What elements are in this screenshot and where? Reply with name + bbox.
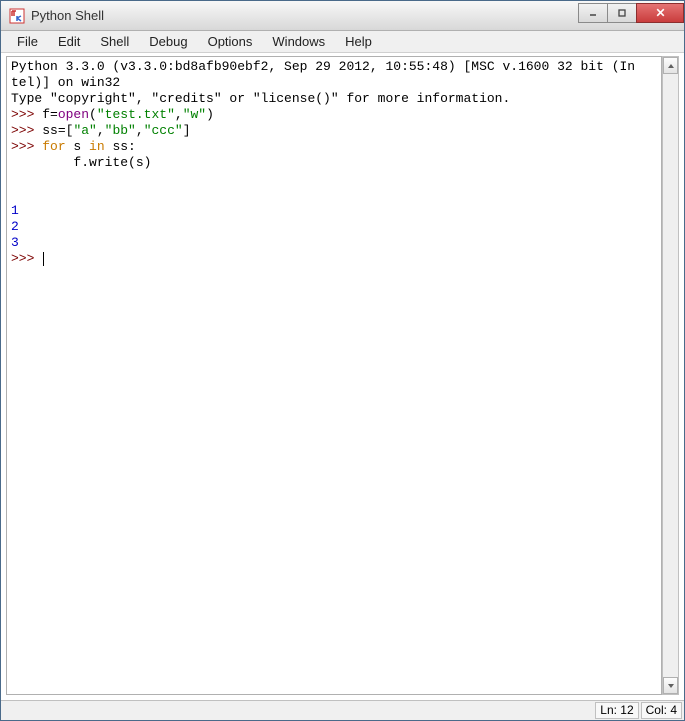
status-col: Col: 4 bbox=[641, 702, 682, 719]
menubar: File Edit Shell Debug Options Windows He… bbox=[1, 31, 684, 53]
menu-help[interactable]: Help bbox=[335, 32, 382, 51]
menu-options[interactable]: Options bbox=[198, 32, 263, 51]
code-keyword: in bbox=[89, 139, 105, 154]
output-line: 2 bbox=[11, 219, 19, 234]
scroll-down-button[interactable] bbox=[663, 677, 678, 694]
python-shell-window: Python Shell File Edit Shell Debug Optio… bbox=[0, 0, 685, 721]
code-text: , bbox=[136, 123, 144, 138]
code-text: f= bbox=[42, 107, 58, 122]
banner-line: Python 3.3.0 (v3.3.0:bd8afb90ebf2, Sep 2… bbox=[11, 59, 635, 74]
code-text: ss: bbox=[105, 139, 136, 154]
shell-editor[interactable]: Python 3.3.0 (v3.3.0:bd8afb90ebf2, Sep 2… bbox=[6, 56, 662, 695]
code-text: ) bbox=[206, 107, 214, 122]
output-line: 1 bbox=[11, 203, 19, 218]
code-keyword: for bbox=[42, 139, 65, 154]
menu-file[interactable]: File bbox=[7, 32, 48, 51]
status-line: Ln: 12 bbox=[595, 702, 638, 719]
minimize-button[interactable] bbox=[578, 3, 608, 23]
content-area: Python 3.3.0 (v3.3.0:bd8afb90ebf2, Sep 2… bbox=[1, 53, 684, 700]
banner-line: tel)] on win32 bbox=[11, 75, 120, 90]
code-string: "ccc" bbox=[144, 123, 183, 138]
menu-windows[interactable]: Windows bbox=[262, 32, 335, 51]
scroll-track[interactable] bbox=[663, 74, 678, 677]
code-string: "bb" bbox=[105, 123, 136, 138]
app-icon bbox=[9, 8, 25, 24]
window-controls bbox=[579, 3, 684, 23]
prompt: >>> bbox=[11, 107, 42, 122]
titlebar[interactable]: Python Shell bbox=[1, 1, 684, 31]
banner-line: Type "copyright", "credits" or "license(… bbox=[11, 91, 510, 106]
code-text: f.write(s) bbox=[73, 155, 151, 170]
scroll-up-button[interactable] bbox=[663, 57, 678, 74]
window-title: Python Shell bbox=[31, 8, 579, 23]
code-text: , bbox=[97, 123, 105, 138]
code-text: s bbox=[66, 139, 89, 154]
statusbar: Ln: 12 Col: 4 bbox=[1, 700, 684, 720]
code-string: "a" bbox=[73, 123, 96, 138]
code-builtin: open bbox=[58, 107, 89, 122]
code-indent bbox=[11, 155, 73, 170]
prompt: >>> bbox=[11, 139, 42, 154]
vertical-scrollbar[interactable] bbox=[662, 56, 679, 695]
menu-edit[interactable]: Edit bbox=[48, 32, 90, 51]
code-text: ] bbox=[183, 123, 191, 138]
prompt: >>> bbox=[11, 251, 42, 266]
code-text: , bbox=[175, 107, 183, 122]
blank-line bbox=[11, 187, 19, 202]
code-string: "w" bbox=[183, 107, 206, 122]
code-string: "test.txt" bbox=[97, 107, 175, 122]
code-text: ss=[ bbox=[42, 123, 73, 138]
maximize-button[interactable] bbox=[607, 3, 637, 23]
output-line: 3 bbox=[11, 235, 19, 250]
prompt: >>> bbox=[11, 123, 42, 138]
text-cursor bbox=[43, 252, 44, 266]
code-text: ( bbox=[89, 107, 97, 122]
menu-shell[interactable]: Shell bbox=[90, 32, 139, 51]
menu-debug[interactable]: Debug bbox=[139, 32, 197, 51]
close-button[interactable] bbox=[636, 3, 684, 23]
